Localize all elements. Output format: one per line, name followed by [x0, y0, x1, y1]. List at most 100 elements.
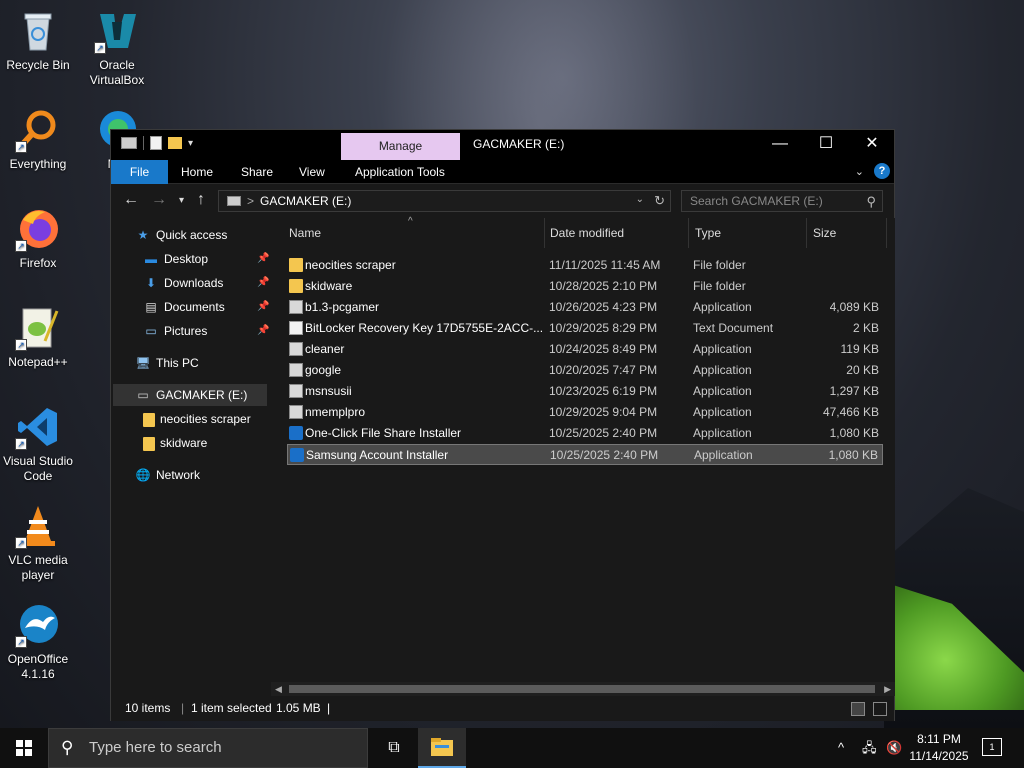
desktop-icon-label: OpenOffice: [7, 652, 69, 666]
file-type: Application: [693, 426, 752, 440]
close-button[interactable]: ✕: [849, 130, 895, 160]
file-row[interactable]: One-Click File Share Installer 10/25/2025…: [287, 423, 883, 444]
file-explorer-window: ▾ Manage GACMAKER (E:) — ☐ ✕ File Home S…: [110, 129, 895, 721]
address-bar[interactable]: > GACMAKER (E:) ⌄ ↻: [218, 190, 671, 212]
task-view-icon[interactable]: ⧉: [374, 728, 414, 768]
file-type: File folder: [693, 258, 746, 272]
help-icon[interactable]: ?: [874, 163, 890, 179]
new-folder-icon[interactable]: [168, 137, 182, 149]
desktop-icon-label: Firefox: [19, 256, 57, 270]
file-row[interactable]: skidware 10/28/2025 2:10 PM File folder: [287, 276, 883, 297]
shortcut-arrow-icon: ↗: [15, 240, 27, 252]
desktop-icon-everything[interactable]: ↗ Everything: [0, 107, 76, 172]
search-placeholder: Search GACMAKER (E:): [690, 194, 823, 208]
scroll-left-icon[interactable]: ◀: [275, 682, 282, 696]
scroll-right-icon[interactable]: ▶: [884, 682, 891, 696]
taskbar-search-input[interactable]: ⚲ Type here to search: [48, 728, 368, 768]
breadcrumb-separator: >: [247, 194, 255, 208]
desktop-icon-virtualbox[interactable]: ↗ Oracle VirtualBox: [79, 8, 155, 88]
taskbar-file-explorer[interactable]: [418, 728, 466, 768]
large-icons-view-icon[interactable]: [873, 702, 887, 716]
file-row[interactable]: google 10/20/2025 7:47 PM Application 20 KB: [287, 360, 883, 381]
tab-home[interactable]: Home: [181, 160, 213, 184]
nav-quick-access[interactable]: ★ Quick access: [135, 224, 228, 246]
file-size: 20 KB: [846, 363, 879, 377]
desktop-folder-icon: ▬: [145, 252, 157, 266]
desktop-icon-recycle-bin[interactable]: Recycle Bin: [0, 8, 76, 73]
search-input[interactable]: Search GACMAKER (E:) ⚲: [681, 190, 883, 212]
system-clock[interactable]: 8:11 PM 11/14/2025: [906, 731, 972, 765]
up-arrow-icon[interactable]: ↑: [197, 191, 205, 209]
file-type: Application: [693, 405, 752, 419]
expand-ribbon-icon[interactable]: ⌄: [855, 165, 864, 178]
file-row[interactable]: Samsung Account Installer 10/25/2025 2:40…: [287, 444, 883, 465]
file-row[interactable]: cleaner 10/24/2025 8:49 PM Application 119 …: [287, 339, 883, 360]
file-date: 10/23/2025 6:19 PM: [549, 384, 658, 398]
title-bar[interactable]: ▾ Manage GACMAKER (E:) — ☐ ✕: [111, 130, 894, 160]
downloads-icon: ⬇: [145, 276, 157, 290]
breadcrumb-current[interactable]: GACMAKER (E:): [260, 194, 351, 208]
file-name: msnsusii: [305, 384, 352, 398]
file-row[interactable]: neocities scraper 11/11/2025 11:45 AM File…: [287, 255, 883, 276]
tab-application-tools[interactable]: Application Tools: [355, 160, 445, 184]
tab-share[interactable]: Share: [241, 160, 273, 184]
scrollbar-thumb[interactable]: [289, 685, 875, 693]
notepadpp-icon: ↗: [15, 305, 61, 351]
sort-ascending-icon: ^: [408, 216, 413, 227]
desktop-icon-firefox[interactable]: ↗ Firefox: [0, 206, 76, 271]
nav-drive-e[interactable]: ▭ GACMAKER (E:): [113, 384, 267, 406]
ribbon-tabs: File Home Share View Application Tools ⌄…: [111, 160, 894, 184]
desktop-icon-vscode[interactable]: ↗ Visual Studio Code: [0, 404, 76, 484]
nav-desktop[interactable]: ▬ Desktop 📌: [143, 248, 269, 270]
file-name: neocities scraper: [305, 258, 396, 272]
address-history-chevron-icon[interactable]: ⌄: [636, 194, 644, 205]
vlc-icon: ↗: [15, 503, 61, 549]
column-header-size[interactable]: Size: [807, 218, 887, 248]
recent-locations-chevron-icon[interactable]: ▾: [179, 195, 184, 206]
nav-network[interactable]: 🌐 Network: [135, 464, 201, 486]
nav-folder-skidware[interactable]: skidware: [143, 432, 207, 454]
tab-view[interactable]: View: [299, 160, 325, 184]
nav-folder-neocities-scraper[interactable]: neocities scraper: [143, 408, 251, 430]
file-type: Application: [693, 384, 752, 398]
horizontal-scrollbar[interactable]: ◀ ▶: [271, 682, 895, 696]
file-type: Application: [693, 342, 752, 356]
file-row[interactable]: msnsusii 10/23/2025 6:19 PM Application 1,2…: [287, 381, 883, 402]
desktop-icon-label: Recycle Bin: [6, 58, 70, 72]
folder-icon: [289, 258, 303, 272]
file-name: BitLocker Recovery Key 17D5755E-2ACC-...: [305, 321, 544, 335]
properties-icon[interactable]: [150, 136, 162, 150]
file-row[interactable]: BitLocker Recovery Key 17D5755E-2ACC-...…: [287, 318, 883, 339]
maximize-button[interactable]: ☐: [803, 130, 849, 160]
pin-icon: 📌: [257, 301, 270, 312]
notification-center-icon[interactable]: 1: [982, 738, 1002, 756]
forward-arrow-icon[interactable]: →: [151, 191, 167, 209]
clock-time: 8:11 PM: [917, 732, 961, 746]
desktop-icon-vlc[interactable]: ↗ VLC media player: [0, 503, 76, 583]
file-name: One-Click File Share Installer: [305, 426, 462, 440]
desktop-icon-notepadpp[interactable]: ↗ Notepad++: [0, 305, 76, 370]
back-arrow-icon[interactable]: ←: [123, 191, 139, 209]
tab-manage[interactable]: Manage: [341, 133, 460, 160]
column-header-type[interactable]: Type: [689, 218, 807, 248]
network-status-icon[interactable]: 🖧: [862, 728, 877, 768]
desktop-icon-openoffice[interactable]: ↗ OpenOffice 4.1.16: [0, 602, 76, 682]
file-row[interactable]: nmemplpro 10/29/2025 9:04 PM Application 47…: [287, 402, 883, 423]
shortcut-arrow-icon: ↗: [15, 636, 27, 648]
app-icon: [289, 342, 303, 356]
virtualbox-icon: ↗: [94, 8, 140, 54]
refresh-icon[interactable]: ↻: [654, 193, 665, 209]
nav-downloads[interactable]: ⬇ Downloads 📌: [143, 272, 269, 294]
file-row[interactable]: b1.3-pcgamer 10/26/2025 4:23 PM Applicatio…: [287, 297, 883, 318]
show-hidden-icons-chevron-icon[interactable]: ^: [838, 728, 844, 768]
nav-documents[interactable]: ▤ Documents 📌: [143, 296, 270, 318]
details-view-icon[interactable]: [851, 702, 865, 716]
volume-muted-icon[interactable]: 🔇: [886, 728, 902, 768]
nav-this-pc[interactable]: 🖥 This PC: [135, 352, 198, 374]
minimize-button[interactable]: —: [757, 130, 803, 160]
qat-customize-icon[interactable]: ▾: [188, 138, 193, 149]
nav-pictures[interactable]: ▭ Pictures 📌: [143, 320, 269, 342]
tab-file[interactable]: File: [111, 160, 168, 184]
start-button[interactable]: [0, 728, 48, 768]
column-header-date[interactable]: Date modified: [545, 218, 689, 248]
